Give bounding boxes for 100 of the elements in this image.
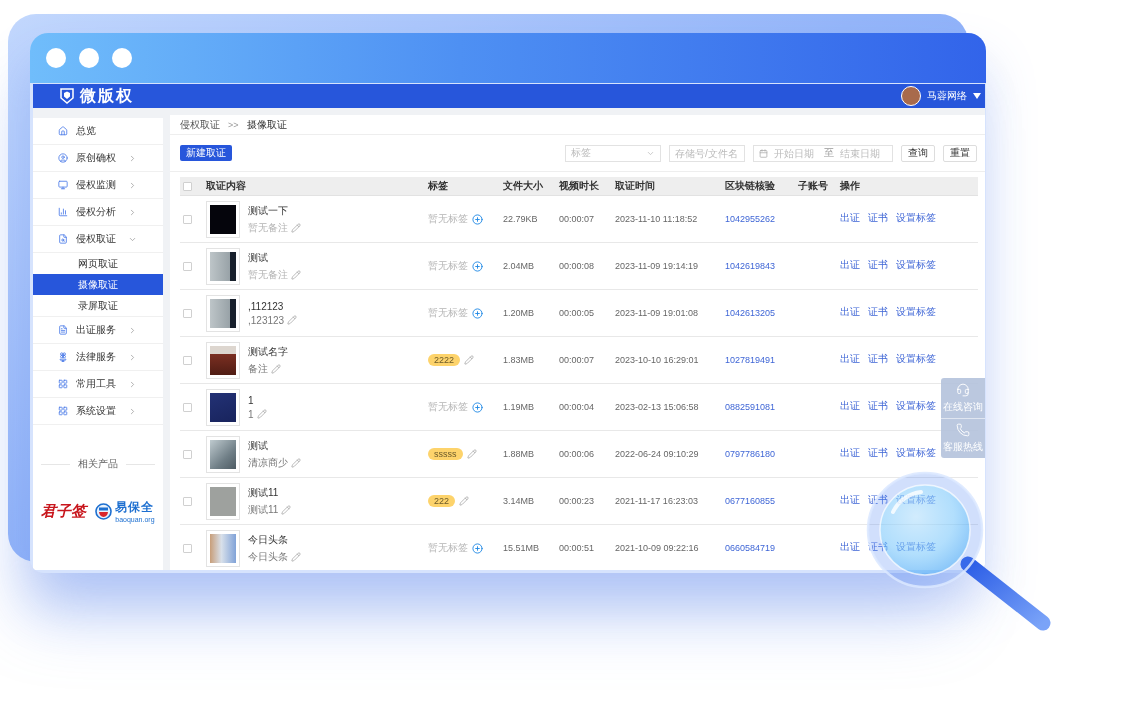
capture-time: 2023-11-09 19:01:08	[615, 308, 698, 318]
video-duration: 00:00:08	[559, 261, 595, 271]
capture-time: 2021-11-17 16:23:03	[615, 496, 698, 506]
file-title: 1	[248, 394, 255, 406]
create-button[interactable]: 新建取证	[180, 145, 232, 161]
checkbox[interactable]	[183, 214, 192, 224]
checkbox[interactable]	[183, 308, 192, 318]
action-link[interactable]: 证书	[868, 351, 888, 366]
edit-icon[interactable]	[281, 504, 292, 515]
action-link[interactable]: 设置标签	[896, 445, 936, 460]
home-icon	[58, 126, 68, 136]
add-icon[interactable]	[472, 213, 483, 225]
checkbox[interactable]	[183, 261, 192, 271]
action-link[interactable]: 设置标签	[896, 351, 936, 366]
file-title: ,112123	[248, 300, 285, 312]
action-link[interactable]: 出证	[840, 445, 860, 460]
checkbox[interactable]	[183, 496, 192, 506]
capture-time: 2022-06-24 09:10:29	[615, 449, 699, 459]
chain-link[interactable]: 0660584719	[725, 543, 776, 553]
chevron-right-icon	[128, 153, 137, 163]
file-size: 1.20MB	[503, 308, 535, 318]
action-link[interactable]: 证书	[868, 398, 888, 413]
video-duration: 00:00:05	[559, 308, 595, 318]
action-link[interactable]: 证书	[868, 210, 888, 225]
tag-badge: 222	[428, 495, 456, 507]
chain-link[interactable]: 1042613205	[725, 308, 776, 318]
chain-link[interactable]: 1042955262	[725, 214, 776, 224]
video-duration: 00:00:07	[559, 355, 595, 365]
action-link[interactable]: 出证	[840, 351, 860, 366]
action-link[interactable]: 出证	[840, 492, 860, 507]
user-name[interactable]: 马蓉网络	[927, 89, 967, 103]
breadcrumb-current: 摄像取证	[246, 117, 287, 132]
action-link[interactable]: 出证	[840, 304, 860, 319]
action-link[interactable]: 出证	[840, 210, 860, 225]
chain-link[interactable]: 1042619843	[725, 261, 776, 271]
section-title: 相关产品	[78, 457, 118, 471]
capture-time: 2023-02-13 15:06:58	[615, 402, 699, 412]
grid-icon	[58, 379, 68, 389]
action-link[interactable]: 出证	[840, 398, 860, 413]
avatar-icon[interactable]	[901, 86, 921, 106]
edit-icon[interactable]	[291, 222, 301, 233]
action-link[interactable]: 证书	[868, 492, 888, 507]
checkbox[interactable]	[183, 181, 192, 191]
monitor-icon	[58, 180, 68, 190]
edit-icon[interactable]	[291, 551, 301, 562]
checkbox[interactable]	[183, 449, 192, 459]
file-size: 1.83MB	[503, 355, 535, 365]
empty-tag-text: 暂无标签	[428, 259, 468, 273]
query-button[interactable]: 查询	[901, 144, 935, 162]
file-title: 测试一下	[248, 203, 289, 218]
chevron-right-icon	[128, 352, 137, 362]
checkbox[interactable]	[183, 402, 192, 412]
edit-icon[interactable]	[464, 355, 475, 365]
add-icon[interactable]	[472, 542, 483, 554]
checkbox[interactable]	[183, 543, 192, 553]
sidebar-subitem[interactable]: 摄像取证	[33, 274, 163, 295]
edit-icon[interactable]	[291, 269, 301, 280]
file-size: 3.14MB	[503, 496, 535, 506]
chain-link[interactable]: 0882591081	[725, 402, 776, 412]
edit-icon[interactable]	[466, 449, 477, 459]
globe-emblem-icon	[95, 502, 113, 520]
action-link[interactable]: 设置标签	[896, 257, 936, 272]
action-link[interactable]: 设置标签	[896, 304, 936, 319]
action-link[interactable]: 证书	[868, 539, 888, 554]
search-field[interactable]: 存储号/文件名	[669, 144, 745, 162]
edit-icon[interactable]	[271, 363, 281, 374]
action-link[interactable]: 设置标签	[896, 210, 936, 225]
edit-icon[interactable]	[459, 496, 470, 506]
edit-icon[interactable]	[291, 457, 301, 468]
photo-placeholder	[206, 200, 240, 238]
reset-button[interactable]: 重置	[943, 144, 977, 162]
window-dot-icon	[79, 48, 99, 68]
chevron-right-icon	[128, 180, 137, 190]
edit-icon[interactable]	[256, 409, 267, 419]
action-link[interactable]: 证书	[868, 445, 888, 460]
add-icon[interactable]	[472, 401, 483, 413]
chevron-right-icon	[128, 406, 137, 416]
action-link[interactable]: 出证	[840, 257, 860, 272]
product-logo-text[interactable]: 易保全	[115, 499, 155, 516]
action-link[interactable]: 证书	[868, 304, 888, 319]
action-link[interactable]: 证书	[868, 257, 888, 272]
edit-icon[interactable]	[287, 315, 298, 325]
empty-tag-text: 暂无标签	[428, 212, 468, 226]
column-header: 取证内容	[206, 179, 246, 193]
note-text: ,123123	[248, 314, 285, 326]
chain-link[interactable]: 0677160855	[725, 496, 776, 506]
add-icon[interactable]	[472, 307, 483, 319]
action-link[interactable]: 设置标签	[896, 398, 936, 413]
file-title: 今日头条	[248, 532, 289, 547]
caret-down-icon[interactable]	[973, 93, 981, 99]
file-title: 测试11	[248, 485, 280, 500]
product-logo-text[interactable]: 君子签	[41, 501, 87, 521]
breadcrumb-link[interactable]: 侵权取证	[180, 117, 220, 132]
chain-link[interactable]: 1027819491	[725, 355, 776, 365]
shield-logo-icon	[60, 88, 74, 104]
capture-time: 2023-10-10 16:29:01	[615, 355, 699, 365]
action-link[interactable]: 出证	[840, 539, 860, 554]
checkbox[interactable]	[183, 355, 192, 365]
chain-link[interactable]: 0797786180	[725, 449, 776, 459]
add-icon[interactable]	[472, 260, 483, 272]
